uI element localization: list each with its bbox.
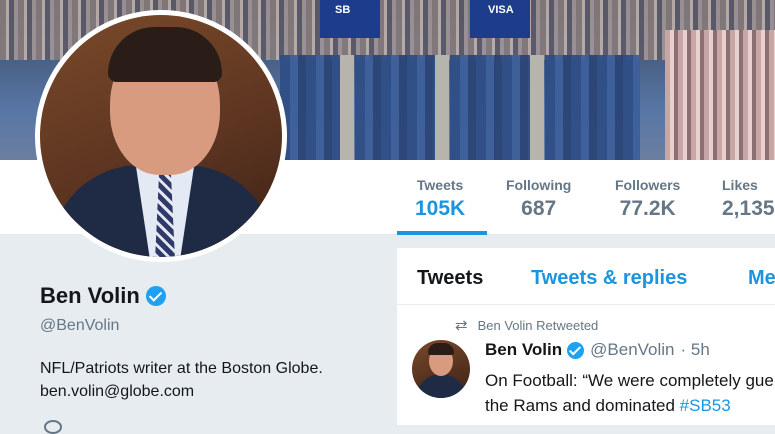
tweet-avatar-suit — [416, 374, 466, 398]
verified-badge-icon — [567, 341, 585, 359]
tweet-text-line: the Rams and dominated #SB53 — [485, 393, 775, 418]
tweet-text[interactable]: On Football: “We were completely gue the… — [485, 368, 775, 418]
timeline-tabs: Tweets Tweets & replies Me — [397, 248, 775, 305]
banner-sign-visa-text: VISA — [488, 4, 514, 16]
tweet-text-span: the Rams and dominated — [485, 396, 680, 415]
timeline-panel: Tweets Tweets & replies Me ⇄ Ben Volin R… — [397, 248, 775, 425]
profile-handle[interactable]: @BenVolin — [40, 317, 119, 335]
tab-tweets-replies[interactable]: Tweets & replies — [531, 267, 687, 290]
banner-sign-text: SB — [335, 4, 351, 16]
banner-stairs — [530, 55, 544, 160]
retweet-context: ⇄ Ben Volin Retweeted — [455, 316, 598, 334]
stat-label: Following — [506, 177, 572, 193]
banner-stairs — [340, 55, 354, 160]
stat-label: Likes — [722, 177, 758, 193]
banner-seats — [355, 55, 435, 160]
tweet-hashtag[interactable]: #SB53 — [680, 396, 731, 415]
bio-line: NFL/Patriots writer at the Boston Globe. — [40, 360, 323, 377]
tweet-time[interactable]: · 5h — [681, 340, 710, 360]
active-stat-underline — [397, 231, 487, 235]
tab-media[interactable]: Me — [748, 267, 775, 290]
verified-badge-icon — [145, 286, 166, 306]
retweet-label[interactable]: Ben Volin Retweeted — [478, 318, 599, 333]
tweet-author[interactable]: Ben Volin — [485, 340, 562, 360]
profile-name[interactable]: Ben Volin — [40, 283, 140, 309]
stat-followers[interactable]: Followers 77.2K — [615, 177, 680, 221]
tweet-handle[interactable]: @BenVolin — [590, 340, 674, 360]
stat-value: 2,135 — [722, 197, 775, 220]
stat-value: 687 — [521, 197, 557, 220]
tweet-avatar-hair — [428, 343, 454, 355]
banner-seats — [280, 55, 340, 160]
banner-crowd-side — [665, 30, 775, 160]
stat-label: Followers — [615, 177, 681, 193]
profile-name-row: Ben Volin — [40, 283, 166, 309]
stat-value: 105K — [415, 197, 466, 220]
tweet-text-line: On Football: “We were completely gue — [485, 371, 774, 390]
stat-tweets[interactable]: Tweets 105K — [415, 177, 465, 221]
banner-seats — [450, 55, 530, 160]
stat-likes[interactable]: Likes 2,135 — [722, 177, 775, 221]
banner-stairs — [435, 55, 449, 160]
bio-email-link[interactable]: ben.volin@globe.com — [40, 380, 380, 403]
tweet-avatar[interactable] — [412, 340, 470, 398]
stat-label: Tweets — [416, 177, 464, 193]
stat-following[interactable]: Following 687 — [506, 177, 571, 221]
banner-seats — [545, 55, 640, 160]
tweet-header: Ben Volin @BenVolin · 5h — [485, 340, 710, 360]
tab-tweets[interactable]: Tweets — [417, 267, 483, 290]
stat-value: 77.2K — [619, 197, 676, 220]
profile-bio: NFL/Patriots writer at the Boston Globe.… — [40, 357, 380, 403]
location-icon — [44, 420, 62, 434]
retweet-icon: ⇄ — [455, 317, 468, 334]
profile-avatar[interactable] — [35, 10, 287, 262]
